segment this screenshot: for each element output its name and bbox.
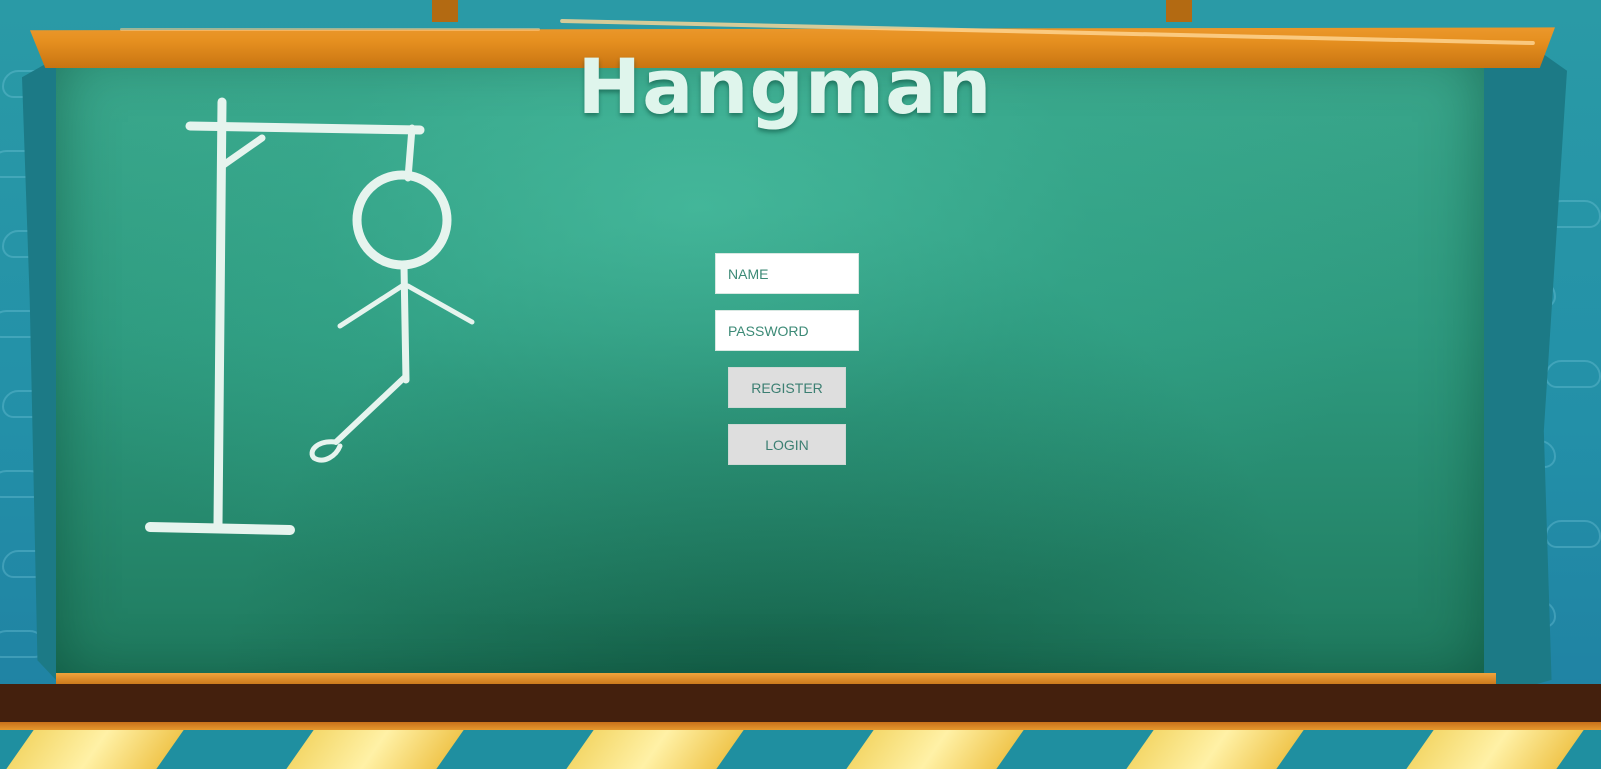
board-hanger-left: [432, 0, 458, 22]
chalk-shelf: [0, 684, 1601, 722]
hangman-scene: Hangman REGISTER LOGIN: [0, 0, 1601, 769]
login-button[interactable]: LOGIN: [728, 424, 846, 465]
floor: [0, 730, 1601, 769]
page-title: Hangman: [577, 42, 993, 131]
login-form: REGISTER LOGIN: [715, 253, 860, 481]
shelf-edge: [0, 722, 1601, 730]
frame-highlight: [120, 28, 540, 31]
hangman-gallows-icon: [145, 97, 475, 535]
password-input[interactable]: [715, 310, 859, 351]
register-button[interactable]: REGISTER: [728, 367, 846, 408]
name-input[interactable]: [715, 253, 859, 294]
board-hanger-right: [1166, 0, 1192, 22]
